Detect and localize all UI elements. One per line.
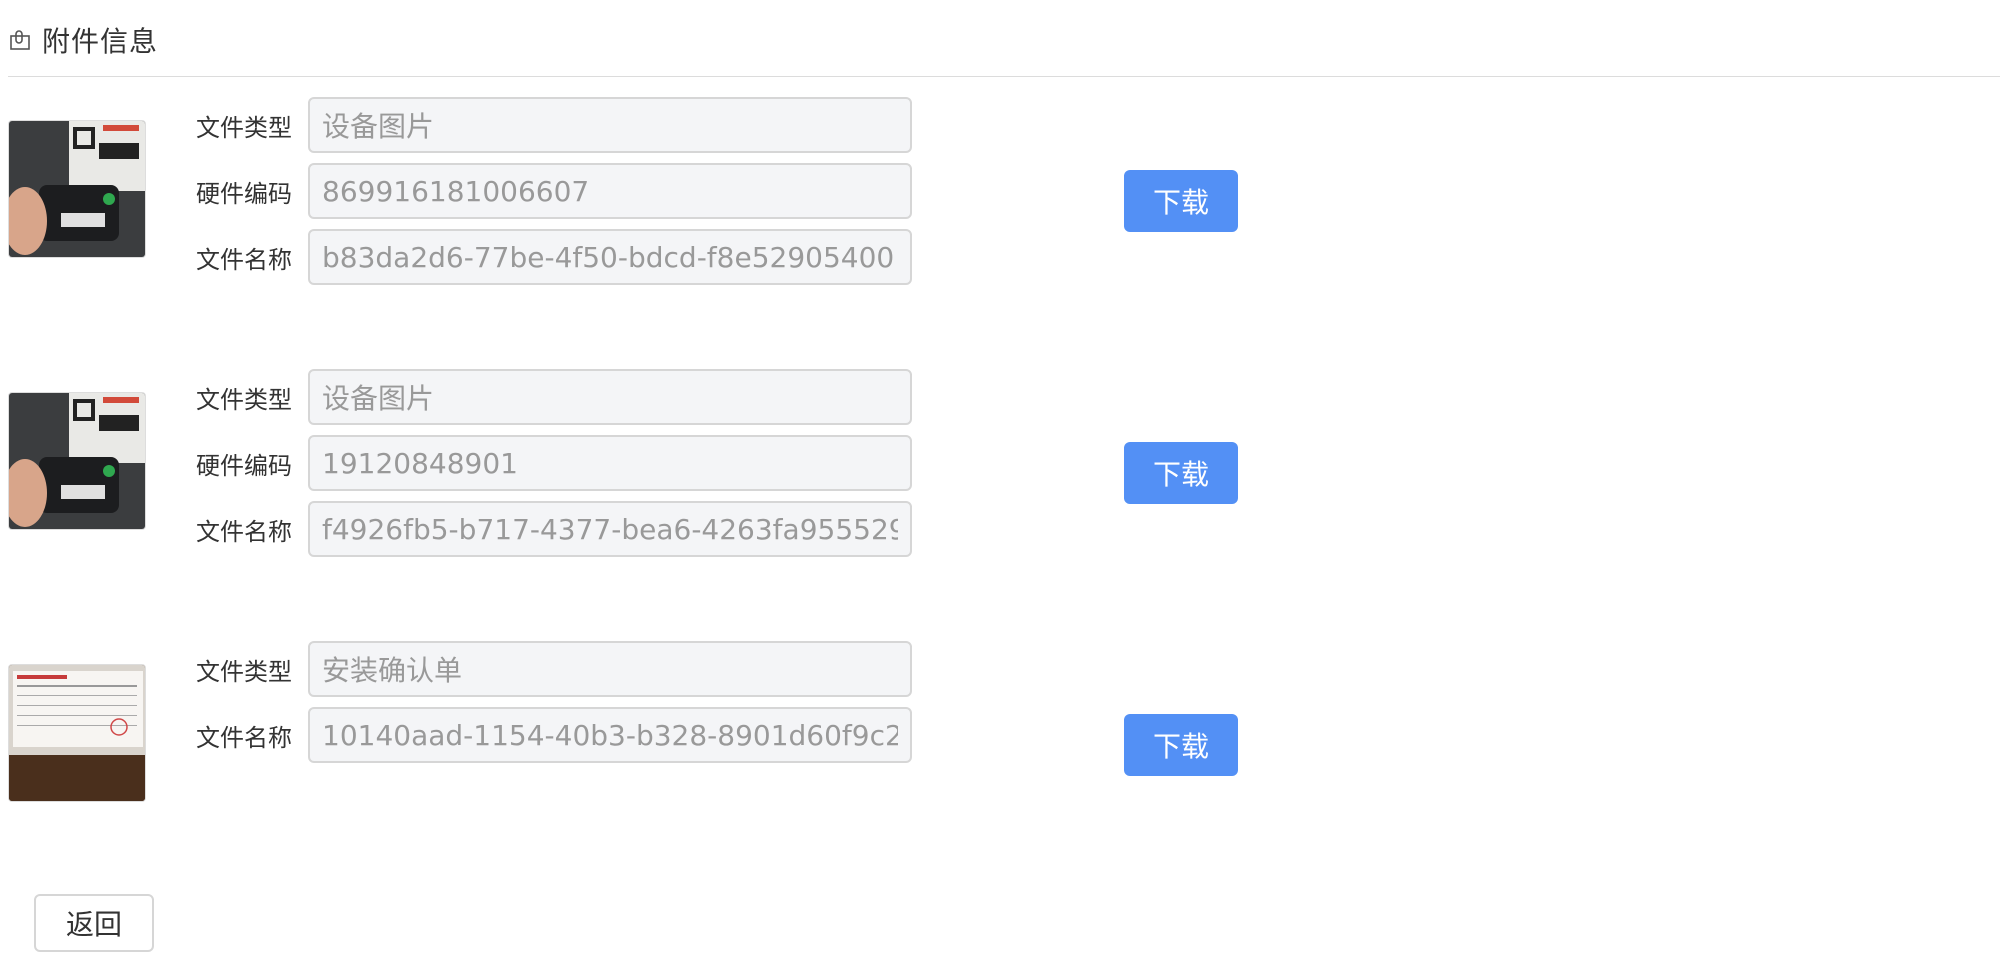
hardware-code-input[interactable] [308, 163, 912, 219]
field-label: 硬件编码 [196, 451, 292, 480]
attachment-item: 文件类型 硬件编码 文件名称 下载 [8, 96, 2000, 296]
attachment-icon [8, 27, 34, 53]
field-row: 文件类型 [190, 368, 912, 426]
download-button[interactable]: 下载 [1124, 442, 1238, 504]
file-type-input[interactable] [308, 97, 912, 153]
section-header: 附件信息 [8, 18, 158, 62]
hardware-code-input[interactable] [308, 435, 912, 491]
download-button[interactable]: 下载 [1124, 714, 1238, 776]
field-row: 文件类型 [190, 640, 912, 698]
field-row: 硬件编码 [190, 434, 912, 492]
field-row: 硬件编码 [190, 162, 912, 220]
attachment-thumbnail[interactable] [8, 664, 146, 802]
field-label: 文件类型 [196, 385, 292, 414]
field-row: 文件名称 [190, 500, 912, 558]
attachment-item: 文件类型 文件名称 下载 [8, 640, 2000, 820]
file-name-input[interactable] [308, 707, 912, 763]
field-label: 文件名称 [196, 517, 292, 546]
field-label: 硬件编码 [196, 179, 292, 208]
attachment-thumbnail[interactable] [8, 120, 146, 258]
attachment-thumbnail[interactable] [8, 392, 146, 530]
field-row: 文件名称 [190, 706, 912, 764]
back-button[interactable]: 返回 [34, 894, 154, 952]
field-row: 文件类型 [190, 96, 912, 154]
section-divider [8, 76, 2000, 77]
attachment-info-page: 附件信息 文件类型 硬件编码 [0, 0, 2012, 974]
file-type-input[interactable] [308, 641, 912, 697]
field-label: 文件名称 [196, 723, 292, 752]
field-label: 文件类型 [196, 657, 292, 686]
file-name-input[interactable] [308, 229, 912, 285]
file-type-input[interactable] [308, 369, 912, 425]
file-name-input[interactable] [308, 501, 912, 557]
field-label: 文件名称 [196, 245, 292, 274]
field-row: 文件名称 [190, 228, 912, 286]
field-label: 文件类型 [196, 113, 292, 142]
download-button[interactable]: 下载 [1124, 170, 1238, 232]
section-title: 附件信息 [42, 25, 159, 58]
attachment-item: 文件类型 硬件编码 文件名称 下载 [8, 368, 2000, 568]
